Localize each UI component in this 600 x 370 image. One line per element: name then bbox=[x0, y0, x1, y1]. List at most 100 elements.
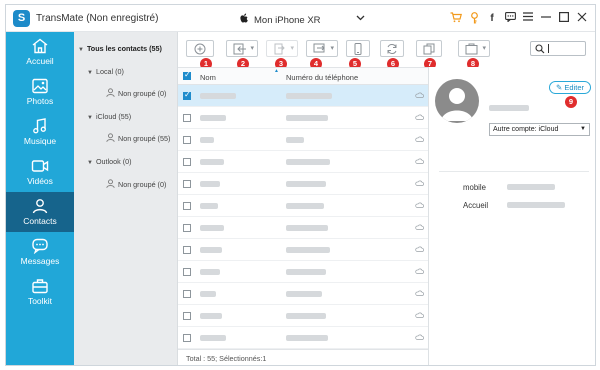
table-row[interactable] bbox=[178, 85, 428, 107]
search-input[interactable] bbox=[530, 41, 586, 56]
sidebar-item-photos[interactable]: Photos bbox=[6, 72, 74, 112]
sidebar-item-messages[interactable]: Messages bbox=[6, 232, 74, 272]
person-icon bbox=[106, 88, 115, 97]
person-icon bbox=[106, 133, 115, 142]
tree-item-outlook-ungrouped[interactable]: Non groupé (0) bbox=[106, 179, 166, 189]
table-row[interactable] bbox=[178, 173, 428, 195]
edit-button[interactable]: ✎ Editer bbox=[549, 81, 591, 94]
chevron-down-icon: ▾ bbox=[482, 45, 486, 52]
home-value-blurred bbox=[507, 202, 565, 208]
music-icon bbox=[33, 118, 46, 134]
refresh-button[interactable] bbox=[380, 40, 404, 57]
account-select[interactable]: Autre compte: iCloud ▼ bbox=[489, 123, 590, 136]
phone-number-blurred bbox=[286, 181, 326, 187]
cloud-icon bbox=[415, 246, 424, 252]
cart-icon[interactable] bbox=[449, 12, 463, 26]
backup-to-phone-button[interactable] bbox=[346, 40, 370, 57]
contact-detail-pane: ✎ Editer 9 Autre compte: iCloud ▼ mobile… bbox=[428, 67, 595, 365]
row-checkbox[interactable] bbox=[183, 158, 191, 166]
row-checkbox[interactable] bbox=[183, 312, 191, 320]
cloud-icon bbox=[415, 158, 424, 164]
table-row[interactable] bbox=[178, 195, 428, 217]
contact-name-blurred bbox=[200, 93, 236, 99]
duplicate-button[interactable] bbox=[416, 40, 442, 57]
facebook-icon[interactable]: f bbox=[485, 12, 499, 26]
refresh-icon bbox=[387, 44, 397, 54]
export-button[interactable]: ▾ bbox=[266, 40, 298, 57]
row-checkbox[interactable] bbox=[183, 290, 191, 298]
callout-badge: 9 bbox=[565, 96, 577, 108]
row-checkbox[interactable] bbox=[183, 136, 191, 144]
contact-name-blurred bbox=[200, 181, 220, 187]
tree-item-icloud[interactable]: ▼ iCloud (55) bbox=[87, 112, 131, 121]
sidebar-item-contacts[interactable]: Contacts bbox=[6, 192, 74, 232]
menu-icon[interactable] bbox=[521, 12, 535, 26]
contact-name-blurred bbox=[200, 115, 226, 121]
phone-number-blurred bbox=[286, 115, 328, 121]
tree-item-local-ungrouped[interactable]: Non groupé (0) bbox=[106, 88, 166, 98]
phone-number-blurred bbox=[286, 269, 326, 275]
sidebar-item-musique[interactable]: Musique bbox=[6, 112, 74, 152]
tree-item-all-contacts[interactable]: ▼ Tous les contacts (55) bbox=[78, 44, 162, 53]
cloud-icon bbox=[415, 268, 424, 274]
groups-button[interactable]: ▾ bbox=[458, 40, 490, 57]
search-icon bbox=[535, 44, 545, 54]
sidebar-item-videos[interactable]: Vidéos bbox=[6, 152, 74, 192]
phone-number-blurred bbox=[286, 137, 304, 143]
tree-item-outlook[interactable]: ▼ Outlook (0) bbox=[87, 157, 132, 166]
table-row[interactable] bbox=[178, 239, 428, 261]
row-checkbox[interactable] bbox=[183, 202, 191, 210]
chat-icon[interactable] bbox=[503, 12, 517, 26]
cloud-icon bbox=[415, 136, 424, 142]
table-row[interactable] bbox=[178, 151, 428, 173]
table-row[interactable] bbox=[178, 107, 428, 129]
row-checkbox[interactable] bbox=[183, 180, 191, 188]
video-icon bbox=[31, 160, 49, 172]
maximize-icon[interactable] bbox=[557, 12, 571, 26]
column-name[interactable]: Nom bbox=[200, 73, 216, 82]
row-checkbox[interactable] bbox=[183, 246, 191, 254]
chevron-down-icon[interactable] bbox=[356, 13, 365, 23]
transfer-to-device-button[interactable]: ▾ bbox=[306, 40, 338, 57]
select-all-checkbox[interactable] bbox=[183, 70, 191, 80]
cloud-icon bbox=[415, 202, 424, 208]
tree-item-local[interactable]: ▼ Local (0) bbox=[87, 67, 124, 76]
phone-number-blurred bbox=[286, 93, 332, 99]
sidebar-item-toolkit[interactable]: Toolkit bbox=[6, 272, 74, 312]
column-phone[interactable]: Numéro du téléphone bbox=[286, 73, 358, 82]
phone-number-blurred bbox=[286, 159, 330, 165]
phone-number-blurred bbox=[286, 247, 330, 253]
row-checkbox[interactable] bbox=[183, 334, 191, 342]
table-row[interactable] bbox=[178, 129, 428, 151]
row-checkbox[interactable] bbox=[183, 224, 191, 232]
avatar bbox=[435, 79, 479, 123]
row-checkbox[interactable] bbox=[183, 114, 191, 122]
title-bar: S TransMate (Non enregistré) Mon iPhone … bbox=[6, 5, 595, 32]
table-row[interactable] bbox=[178, 283, 428, 305]
app-logo: S bbox=[13, 10, 30, 27]
app-title: TransMate (Non enregistré) bbox=[36, 13, 159, 24]
toolkit-icon bbox=[32, 279, 48, 294]
row-checkbox[interactable] bbox=[183, 90, 191, 100]
contact-name-blurred bbox=[200, 203, 218, 209]
minimize-icon[interactable] bbox=[539, 12, 553, 26]
table-row[interactable] bbox=[178, 261, 428, 283]
device-selector[interactable]: Mon iPhone XR bbox=[240, 13, 321, 26]
row-checkbox[interactable] bbox=[183, 268, 191, 276]
import-button[interactable]: ▾ bbox=[226, 40, 258, 57]
sidebar-item-label: Toolkit bbox=[27, 296, 53, 306]
table-row[interactable] bbox=[178, 217, 428, 239]
tree-item-icloud-ungrouped[interactable]: Non groupé (55) bbox=[106, 133, 170, 143]
transfer-icon bbox=[313, 43, 325, 53]
sidebar-item-accueil[interactable]: Accueil bbox=[6, 32, 74, 72]
table-row[interactable] bbox=[178, 305, 428, 327]
add-contact-button[interactable] bbox=[186, 40, 214, 57]
table-row[interactable] bbox=[178, 327, 428, 349]
mobile-label: mobile bbox=[463, 183, 486, 192]
key-icon[interactable] bbox=[467, 12, 481, 26]
collapse-icon: ▼ bbox=[87, 70, 93, 76]
close-icon[interactable] bbox=[575, 12, 589, 26]
phone-number-blurred bbox=[286, 291, 322, 297]
phone-icon bbox=[354, 43, 362, 55]
person-silhouette-icon bbox=[441, 88, 473, 121]
